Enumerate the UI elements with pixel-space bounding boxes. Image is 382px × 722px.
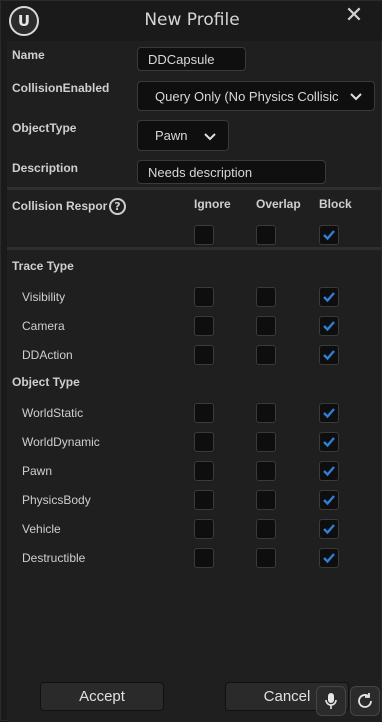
overlap-checkbox[interactable] xyxy=(256,287,276,307)
overlap-checkbox[interactable] xyxy=(256,490,276,510)
ignore-checkbox[interactable] xyxy=(194,225,214,245)
column-overlap: Overlap xyxy=(256,197,301,211)
ignore-checkbox[interactable] xyxy=(194,548,214,568)
column-block: Block xyxy=(319,197,352,211)
divider xyxy=(7,247,381,250)
collision-responses-label: Collision Respor xyxy=(12,199,108,213)
overlap-checkbox[interactable] xyxy=(256,519,276,539)
overlap-checkbox[interactable] xyxy=(256,403,276,423)
divider xyxy=(7,187,381,190)
response-row-label: Vehicle xyxy=(22,522,61,536)
overlap-checkbox[interactable] xyxy=(256,316,276,336)
ignore-checkbox[interactable] xyxy=(194,316,214,336)
overlap-checkbox[interactable] xyxy=(256,461,276,481)
new-profile-dialog: U New Profile ✕ Name DDCapsule Collision… xyxy=(0,0,382,722)
response-row-label: Camera xyxy=(22,319,65,333)
overlap-checkbox[interactable] xyxy=(256,548,276,568)
block-checkbox[interactable] xyxy=(319,225,339,245)
name-label: Name xyxy=(12,48,45,62)
title-bar[interactable]: U New Profile ✕ xyxy=(1,1,382,39)
overlap-checkbox[interactable] xyxy=(256,345,276,365)
collision-enabled-label: CollisionEnabled xyxy=(12,81,110,95)
response-row-label: Destructible xyxy=(22,551,86,565)
response-row-label: PhysicsBody xyxy=(22,493,91,507)
ignore-checkbox[interactable] xyxy=(194,345,214,365)
overlap-checkbox[interactable] xyxy=(256,225,276,245)
column-ignore: Ignore xyxy=(194,197,231,211)
ignore-checkbox[interactable] xyxy=(194,519,214,539)
ignore-checkbox[interactable] xyxy=(194,461,214,481)
microphone-icon[interactable] xyxy=(316,686,346,716)
response-row-label: Pawn xyxy=(22,464,53,478)
chevron-down-icon xyxy=(204,132,216,140)
collision-enabled-dropdown[interactable]: Query Only (No Physics Collisic xyxy=(137,81,375,111)
close-icon[interactable]: ✕ xyxy=(343,5,365,27)
response-row-label: WorldDynamic xyxy=(22,435,100,449)
response-row-label: WorldStatic xyxy=(22,406,84,420)
ignore-checkbox[interactable] xyxy=(194,432,214,452)
block-checkbox[interactable] xyxy=(319,461,339,481)
accept-button[interactable]: Accept xyxy=(40,682,164,711)
response-row-label: Visibility xyxy=(22,290,66,304)
block-checkbox[interactable] xyxy=(319,548,339,568)
object-type-heading: Object Type xyxy=(12,375,80,389)
dialog-title: New Profile xyxy=(144,10,240,30)
refresh-icon[interactable] xyxy=(350,686,380,716)
block-checkbox[interactable] xyxy=(319,432,339,452)
profile-form: Name DDCapsule CollisionEnabled Query On… xyxy=(7,41,381,722)
help-icon[interactable]: ? xyxy=(109,198,126,215)
block-checkbox[interactable] xyxy=(319,287,339,307)
ignore-checkbox[interactable] xyxy=(194,287,214,307)
block-checkbox[interactable] xyxy=(319,345,339,365)
block-checkbox[interactable] xyxy=(319,316,339,336)
block-checkbox[interactable] xyxy=(319,519,339,539)
trace-type-heading: Trace Type xyxy=(12,259,74,273)
chevron-down-icon xyxy=(350,93,362,101)
overlap-checkbox[interactable] xyxy=(256,432,276,452)
ignore-checkbox[interactable] xyxy=(194,403,214,423)
description-input[interactable]: Needs description xyxy=(137,160,326,184)
collision-enabled-value: Query Only (No Physics Collisic xyxy=(155,88,339,104)
ignore-checkbox[interactable] xyxy=(194,490,214,510)
name-input[interactable]: DDCapsule xyxy=(137,47,246,71)
description-label: Description xyxy=(12,161,79,175)
block-checkbox[interactable] xyxy=(319,490,339,510)
object-type-value: Pawn xyxy=(155,128,188,143)
object-type-label: ObjectType xyxy=(12,121,77,135)
response-row-label: DDAction xyxy=(22,348,73,362)
block-checkbox[interactable] xyxy=(319,403,339,423)
object-type-dropdown[interactable]: Pawn xyxy=(137,120,229,151)
